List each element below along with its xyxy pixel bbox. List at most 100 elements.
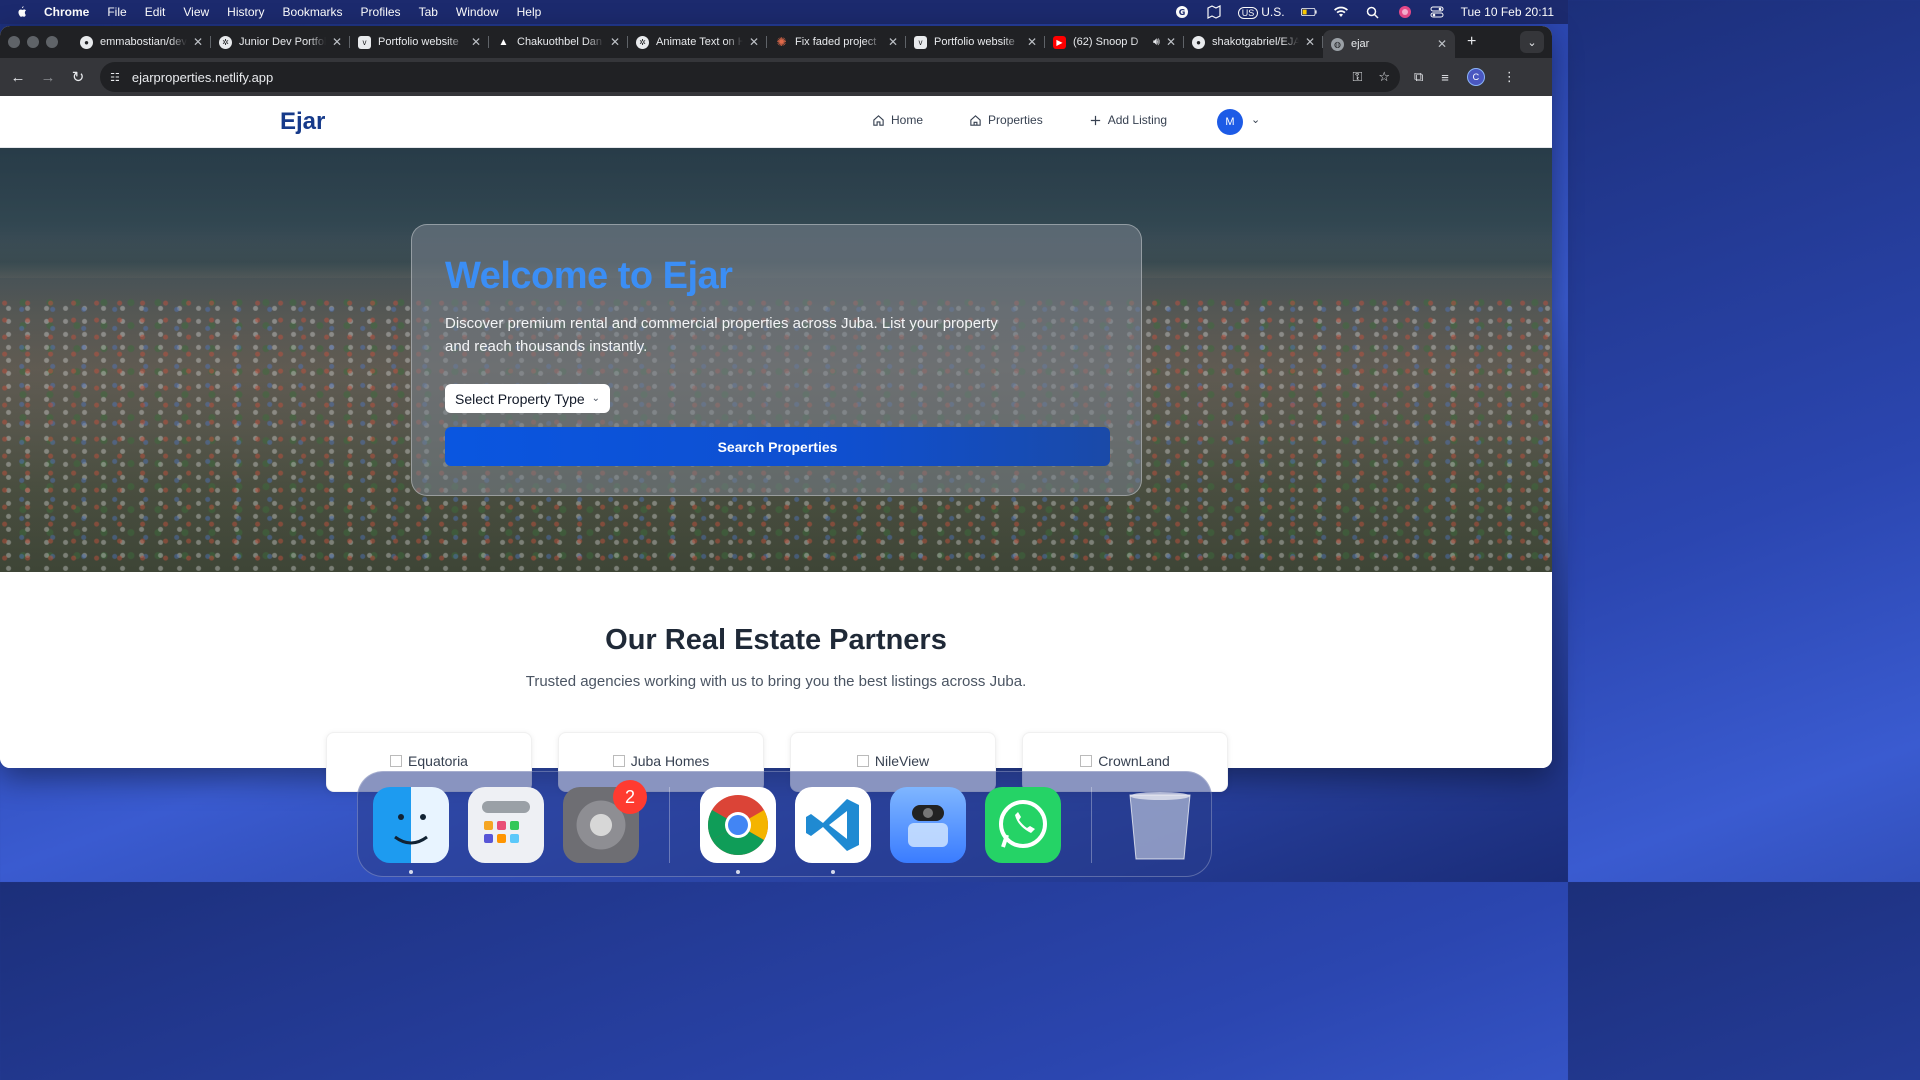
property-type-select-label: Select Property Type: [455, 390, 585, 407]
keyboard-badge: US: [1237, 7, 1259, 19]
claude-icon: ✺: [776, 35, 787, 49]
chrome-icon[interactable]: [700, 787, 776, 863]
tab-8[interactable]: ▶ (62) Snoop D 🔊︎ ✕: [1045, 29, 1184, 55]
window-controls: [8, 36, 58, 48]
apple-icon[interactable]: [14, 5, 28, 19]
url-text[interactable]: ejarproperties.netlify.app: [132, 70, 273, 85]
broken-image-icon: [612, 755, 625, 767]
launchpad-icon[interactable]: [468, 787, 544, 863]
control-center-icon[interactable]: [1429, 5, 1445, 19]
menubar-clock[interactable]: Tue 10 Feb 20:11: [1461, 5, 1554, 19]
tab-label: Fix faded project: [795, 36, 877, 48]
grammarly-icon[interactable]: G: [1174, 5, 1190, 19]
whatsapp-icon[interactable]: [985, 787, 1061, 863]
zoom-window-button[interactable]: [46, 36, 58, 48]
openai-icon: ✲: [636, 35, 649, 49]
reload-button[interactable]: ↻: [70, 68, 86, 86]
tab-5[interactable]: ✲ Animate Text on H ✕: [628, 29, 767, 55]
tab-strip: ● emmabostian/dev ✕ ✲ Junior Dev Portfolio ✕…: [0, 26, 1552, 58]
menu-window[interactable]: Window: [456, 5, 499, 19]
menu-edit[interactable]: Edit: [145, 5, 166, 19]
tab-1[interactable]: ● emmabostian/dev ✕: [72, 29, 211, 55]
menu-history[interactable]: History: [227, 5, 264, 19]
menu-file[interactable]: File: [107, 5, 126, 19]
toolbar-right: ⧉ ≡ C ⋮: [1414, 68, 1516, 86]
tab-label: Portfolio website: [934, 36, 1015, 48]
maps-icon[interactable]: [1206, 5, 1222, 19]
tab-ejar-active[interactable]: ◍ ejar ✕: [1323, 30, 1455, 58]
close-icon[interactable]: ✕: [749, 35, 759, 49]
tab-3[interactable]: v Portfolio website ✕: [350, 29, 489, 55]
youtube-icon: ▶: [1053, 35, 1066, 49]
tab-search-button[interactable]: ⌄: [1520, 31, 1544, 53]
openai-icon: ✲: [219, 35, 232, 49]
tab-label: emmabostian/dev: [100, 36, 187, 48]
nav-home[interactable]: Home: [872, 113, 923, 127]
tab-2[interactable]: ✲ Junior Dev Portfolio ✕: [211, 29, 350, 55]
vscode-icon[interactable]: [795, 787, 871, 863]
github-icon: ●: [1192, 35, 1205, 49]
menu-view[interactable]: View: [183, 5, 209, 19]
address-bar[interactable]: ☷ ejarproperties.netlify.app ⚿ ☆: [100, 62, 1400, 92]
battery-icon[interactable]: [1300, 5, 1317, 19]
siri-icon[interactable]: [1397, 5, 1413, 19]
speaker-icon[interactable]: 🔊︎: [1153, 36, 1160, 49]
back-button[interactable]: ←: [10, 69, 26, 86]
close-icon[interactable]: ✕: [1305, 35, 1315, 49]
tab-7[interactable]: v Portfolio website ✕: [906, 29, 1045, 55]
globe-icon: ◍: [1331, 37, 1344, 51]
tab-4[interactable]: ▲ Chakuothbel Dan ✕: [489, 29, 628, 55]
search-properties-button[interactable]: Search Properties: [445, 427, 1110, 466]
nav-properties[interactable]: Properties: [969, 113, 1043, 127]
menu-tab[interactable]: Tab: [419, 5, 438, 19]
close-icon[interactable]: ✕: [888, 35, 898, 49]
macos-menubar: Chrome File Edit View History Bookmarks …: [0, 0, 1568, 24]
minimize-window-button[interactable]: [27, 36, 39, 48]
tab-6[interactable]: ✺ Fix faded project ✕: [767, 29, 906, 55]
profile-avatar[interactable]: C: [1466, 68, 1485, 86]
spotlight-search-icon[interactable]: [1365, 5, 1381, 19]
close-window-button[interactable]: [8, 36, 20, 48]
reading-list-icon[interactable]: ≡: [1441, 70, 1449, 85]
password-key-icon[interactable]: ⚿: [1352, 69, 1362, 85]
close-icon[interactable]: ✕: [332, 35, 342, 49]
close-icon[interactable]: ✕: [1437, 37, 1447, 51]
property-type-select[interactable]: Select Property Type ⌄: [445, 384, 610, 413]
close-icon[interactable]: ✕: [1027, 35, 1037, 49]
system-settings-icon[interactable]: 2: [563, 780, 647, 863]
trash-icon[interactable]: [1122, 787, 1198, 863]
menu-bookmarks[interactable]: Bookmarks: [283, 5, 343, 19]
menubar-status-area: G US U.S. Tue 10 Feb 20:11: [1174, 5, 1554, 19]
chevron-down-icon[interactable]: ⌄: [1251, 113, 1260, 126]
menu-app-name[interactable]: Chrome: [44, 5, 89, 19]
user-avatar[interactable]: M: [1217, 109, 1243, 135]
forward-button[interactable]: →: [40, 69, 56, 86]
omnibox-actions: ⚿ ☆: [1352, 69, 1390, 85]
preview-icon[interactable]: [890, 787, 966, 863]
close-icon[interactable]: ✕: [193, 35, 203, 49]
keyboard-input-source[interactable]: US U.S.: [1237, 5, 1285, 19]
partners-title: Our Real Estate Partners: [605, 624, 947, 656]
site-logo[interactable]: Ejar: [280, 108, 325, 136]
bookmark-star-icon[interactable]: ☆: [1378, 69, 1390, 85]
triangle-icon: ▲: [498, 36, 509, 48]
nav-add-listing[interactable]: Add Listing: [1089, 113, 1167, 127]
broken-image-icon: [856, 755, 869, 767]
menu-help[interactable]: Help: [517, 5, 542, 19]
keyboard-label: U.S.: [1261, 5, 1285, 19]
wifi-icon[interactable]: [1333, 5, 1349, 19]
close-icon[interactable]: ✕: [471, 35, 481, 49]
tab-9[interactable]: ● shakotgabriel/EJA ✕: [1184, 29, 1323, 55]
close-icon[interactable]: ✕: [610, 35, 620, 49]
new-tab-button[interactable]: +: [1467, 33, 1476, 51]
tab-label: (62) Snoop D: [1073, 36, 1139, 48]
site-navbar: Ejar Home Properties Add Listing M ⌄: [0, 96, 1552, 148]
site-info-icon[interactable]: ☷: [110, 71, 120, 84]
dock-separator: [1091, 787, 1092, 863]
menu-profiles[interactable]: Profiles: [361, 5, 401, 19]
more-menu-icon[interactable]: ⋮: [1503, 69, 1516, 85]
partners-section: Our Real Estate Partners Trusted agencie…: [0, 572, 1552, 690]
finder-icon[interactable]: [373, 787, 449, 863]
extensions-icon[interactable]: ⧉: [1414, 69, 1423, 85]
close-icon[interactable]: ✕: [1166, 35, 1176, 49]
